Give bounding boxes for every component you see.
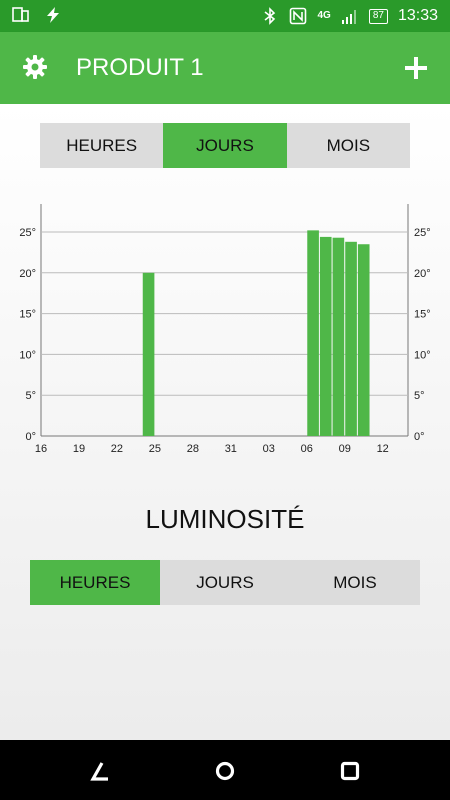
chart-bar (307, 230, 319, 436)
network-type: 4G (317, 10, 331, 21)
page-title: PRODUIT 1 (76, 54, 204, 81)
x-tick-label: 03 (263, 443, 275, 455)
x-tick-label: 16 (35, 443, 47, 455)
y-tick-label-left: 0° (25, 431, 36, 443)
y-tick-label-right: 10° (414, 349, 431, 361)
x-tick-label: 28 (187, 443, 199, 455)
x-tick-label: 22 (111, 443, 123, 455)
screen-mirror-icon (12, 7, 29, 22)
y-tick-label-left: 10° (19, 349, 36, 361)
back-icon[interactable] (88, 760, 110, 782)
status-left-icons (12, 6, 62, 24)
y-tick-label-right: 15° (414, 309, 431, 321)
y-tick-label-left: 25° (19, 227, 36, 239)
y-tick-label-left: 5° (25, 390, 36, 402)
chart-svg: 0° 0° 5° 5° 10° 10° 15° 15° 20° 20° 25° 25° 16 19 22 25… (19, 204, 431, 455)
tab-mois-top[interactable]: MOIS (286, 123, 410, 168)
tab-mois-bottom[interactable]: MOIS (290, 560, 420, 605)
period-tabs-top: HEURES JOURS MOIS (40, 123, 410, 168)
y-tick-label-left: 20° (19, 268, 36, 280)
tab-heures-bottom[interactable]: HEURES (30, 560, 160, 605)
x-tick-label: 25 (149, 443, 161, 455)
clock: 13:33 (397, 7, 438, 24)
chart-bar (332, 237, 345, 436)
settings-gear-icon[interactable] (22, 54, 48, 80)
battery-indicator: 87 (368, 8, 388, 24)
x-tick-label: 09 (339, 443, 351, 455)
tab-heures-top[interactable]: HEURES (40, 123, 164, 168)
y-tick-label-right: 25° (414, 227, 431, 239)
temperature-chart: 0° 0° 5° 5° 10° 10° 15° 15° 20° 20° 25° 25° 16 19 22 25… (0, 194, 450, 464)
tab-jours-bottom[interactable]: JOURS (160, 560, 290, 605)
status-bar: 4G 87 13:33 (0, 0, 450, 32)
signal-icon (341, 10, 356, 24)
main-content: HEURES JOURS MOIS 0° 0° 5° 5° 10° 10° 15° 15° 20… (0, 104, 450, 740)
bluetooth-icon (264, 7, 276, 25)
chart-bar (357, 244, 370, 436)
period-tabs-bottom: HEURES JOURS MOIS (30, 560, 420, 605)
chart-bar (319, 236, 332, 436)
section-title: LUMINOSITÉ (145, 504, 305, 534)
tab-jours-top[interactable]: JOURS (163, 123, 287, 168)
y-tick-label-right: 5° (414, 390, 425, 402)
x-tick-label: 31 (225, 443, 237, 455)
charging-icon (47, 7, 59, 23)
system-nav-bar (0, 740, 450, 800)
home-icon[interactable] (214, 760, 236, 782)
app-bar: PRODUIT 1 (0, 32, 450, 104)
y-tick-label-right: 0° (414, 431, 425, 443)
add-icon[interactable] (404, 56, 428, 80)
recent-apps-icon[interactable] (339, 760, 361, 782)
status-right-icons: 4G 87 13:33 (261, 0, 438, 32)
x-tick-label: 06 (301, 443, 313, 455)
y-tick-label-right: 20° (414, 268, 431, 280)
nfc-icon (290, 7, 307, 25)
chart-bar (142, 272, 155, 436)
x-tick-label: 19 (73, 443, 85, 455)
x-tick-label: 12 (377, 443, 389, 455)
y-tick-label-left: 15° (19, 309, 36, 321)
chart-bar (345, 241, 357, 436)
